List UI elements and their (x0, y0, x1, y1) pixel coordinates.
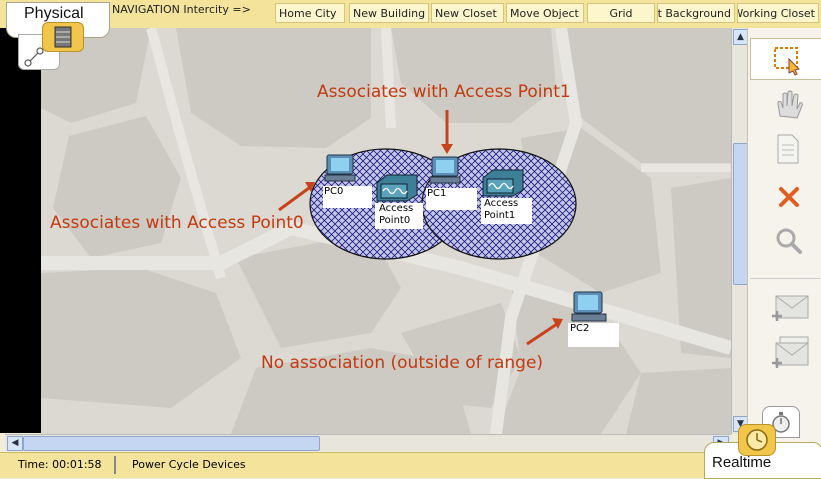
vertical-scrollbar[interactable]: ▲ ▼ (731, 28, 748, 434)
navigation-label: NAVIGATION Intercity => (112, 3, 251, 16)
physical-mode-label: Physical (24, 5, 84, 22)
access-point0-label-line2: Point0 (379, 215, 411, 226)
time-display: Time: 00:01:58 (4, 456, 116, 474)
realtime-clock-button[interactable] (738, 424, 776, 456)
access-point1-label-line1: Access (484, 198, 519, 209)
note-icon (777, 134, 799, 164)
pc-icon (324, 154, 356, 182)
select-tool[interactable] (750, 38, 821, 80)
clock-icon (746, 429, 768, 451)
home-city-button[interactable]: Home City (275, 3, 345, 23)
place-note-tool[interactable] (750, 129, 820, 169)
tool-divider (750, 278, 820, 279)
annotation-no-association: No association (outside of range) (261, 353, 544, 373)
tool-palette (747, 28, 821, 452)
add-simple-pdu-tool[interactable] (750, 288, 820, 328)
set-background-button[interactable]: Set Background (657, 3, 735, 23)
horizontal-scroll-thumb[interactable] (23, 436, 320, 451)
rack-icon (54, 26, 72, 48)
working-closet-button[interactable]: Working Closet (737, 3, 819, 23)
new-closet-button[interactable]: New Closet (431, 3, 504, 23)
pc1-label: PC1 (426, 188, 477, 210)
status-bar: Time: 00:01:58 Power Cycle Devices (0, 452, 821, 478)
delete-x-icon (779, 187, 799, 207)
scroll-up-icon[interactable]: ▲ (733, 29, 748, 45)
access-point1-device[interactable] (481, 168, 525, 202)
pc-icon (571, 291, 607, 322)
pc-icon (429, 156, 461, 184)
access-point-icon (376, 174, 418, 202)
power-cycle-devices-button[interactable]: Power Cycle Devices (124, 456, 246, 474)
pc0-device[interactable] (323, 153, 357, 187)
vertical-scroll-thumb[interactable] (733, 143, 748, 285)
new-building-button[interactable]: New Building (349, 3, 429, 23)
pc0-label: PC0 (323, 186, 372, 208)
scroll-left-icon[interactable]: ◀ (7, 436, 23, 451)
add-complex-pdu-tool[interactable] (750, 333, 820, 373)
complex-pdu-envelope-icon (772, 336, 809, 368)
simple-pdu-envelope-icon (772, 295, 809, 321)
access-point1-label: Access Point1 (481, 198, 532, 224)
access-point-icon (482, 169, 524, 197)
access-point0-label: Access Point0 (375, 203, 423, 229)
annotation-ap0: Associates with Access Point0 (50, 213, 304, 233)
delete-tool[interactable] (750, 175, 820, 215)
physical-workspace[interactable]: Associates with Access Point1 Associates… (41, 28, 731, 434)
annotation-ap1: Associates with Access Point1 (317, 82, 571, 102)
hand-icon (777, 90, 803, 119)
top-toolbar: NAVIGATION Intercity => Home City New Bu… (0, 0, 821, 29)
select-icon (774, 47, 800, 76)
move-hand-tool[interactable] (750, 84, 820, 124)
access-point0-label-line1: Access (379, 203, 414, 214)
pc1-device[interactable] (428, 155, 462, 189)
rack-view-button[interactable] (42, 22, 84, 52)
horizontal-scrollbar[interactable]: ◀ ▶ (5, 434, 731, 451)
access-point1-label-line2: Point1 (484, 210, 516, 221)
left-margin (0, 28, 41, 433)
magnifier-icon (776, 228, 802, 254)
grid-button[interactable]: Grid (587, 3, 655, 23)
move-object-button[interactable]: Move Object (506, 3, 584, 23)
pc2-label: PC2 (568, 323, 619, 347)
access-point0-device[interactable] (375, 173, 419, 207)
inspect-tool[interactable] (750, 220, 820, 260)
